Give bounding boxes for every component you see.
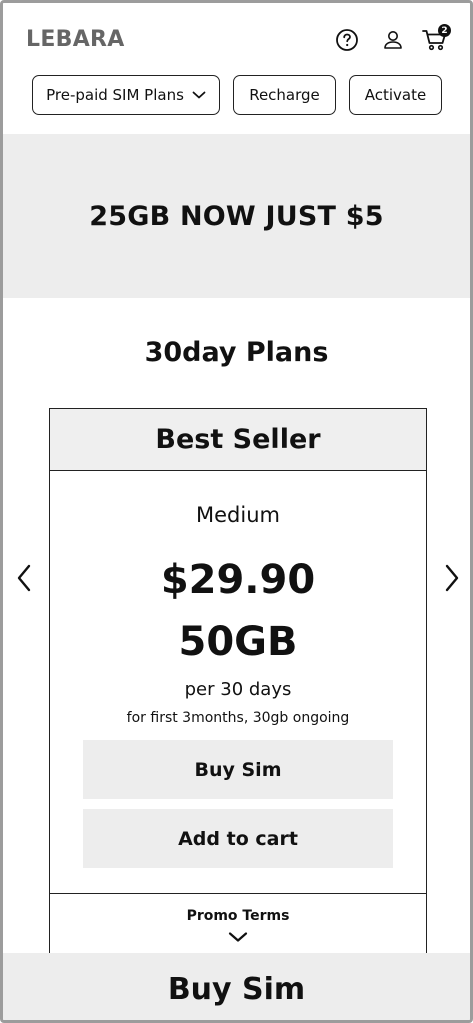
carousel-next-icon[interactable] [441, 561, 463, 595]
header: LEBARA 2 Pre-paid SIM Plans Recharge Act… [3, 3, 470, 135]
app-frame: LEBARA 2 Pre-paid SIM Plans Recharge Act… [0, 0, 473, 1023]
plan-note: for first 3months, 30gb ongoing [126, 710, 350, 726]
section-title: 30day Plans [144, 337, 329, 368]
sticky-buy-sim-button[interactable]: Buy Sim [3, 953, 470, 1020]
buy-sim-button[interactable]: Buy Sim [83, 740, 393, 799]
promo-terms-label: Promo Terms [186, 908, 290, 924]
plans-dropdown-button[interactable]: Pre-paid SIM Plans [32, 75, 220, 115]
activate-button[interactable]: Activate [349, 75, 442, 115]
plan-price: $29.90 [160, 557, 316, 603]
plan-name: Medium [196, 503, 280, 527]
plans-dropdown-label: Pre-paid SIM Plans [46, 86, 184, 104]
chevron-down-icon [192, 86, 206, 104]
chevron-down-icon [228, 930, 248, 944]
promo-banner[interactable]: 25GB NOW JUST $5 [3, 134, 470, 298]
help-icon[interactable] [334, 27, 360, 53]
cart-icon[interactable]: 2 [420, 24, 451, 53]
plan-badge: Best Seller [50, 409, 426, 471]
logo[interactable]: LEBARA [26, 27, 125, 52]
user-icon[interactable] [380, 27, 406, 53]
plan-card: Best Seller Medium $29.90 50GB per 30 da… [49, 408, 427, 968]
cart-count-badge: 2 [438, 24, 451, 37]
add-to-cart-button[interactable]: Add to cart [83, 809, 393, 868]
plan-data-allowance: 50GB [178, 619, 298, 665]
promo-text: 25GB NOW JUST $5 [89, 200, 384, 232]
plan-period: per 30 days [184, 679, 292, 700]
carousel-prev-icon[interactable] [13, 561, 35, 595]
recharge-button[interactable]: Recharge [233, 75, 336, 115]
